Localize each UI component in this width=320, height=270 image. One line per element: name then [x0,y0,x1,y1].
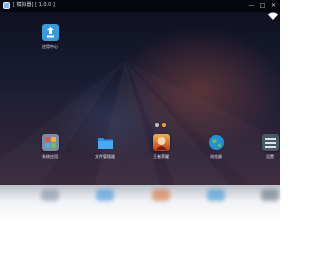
emulator-window: [ 模拟器] [ 1.0.0 ] — □ ✕ 应用中心 系统应用 文件管理器 王… [0,0,280,185]
page-indicator [155,123,166,127]
app-center-label: 应用中心 [42,44,58,49]
dock-item-browser[interactable]: 浏览器 [198,134,234,159]
dock-item-game[interactable]: 王者荣耀 [143,134,179,159]
dock-item-settings[interactable]: 设置 [252,134,280,159]
close-button[interactable]: ✕ [269,1,278,10]
dock-label-system-apps: 系统应用 [42,154,58,159]
window-title: [ 模拟器] [ 1.0.0 ] [13,2,55,8]
dock-label-browser: 浏览器 [210,154,222,159]
wifi-icon [268,12,278,20]
app-center-icon [41,24,59,41]
window-controls: — □ ✕ [247,1,278,10]
page-dot-1[interactable] [155,123,159,127]
reflection-browser [207,189,225,201]
app-logo-icon [3,2,10,9]
dock-label-game: 王者荣耀 [153,154,169,159]
reflection-system-apps [41,189,59,201]
settings-icon [261,134,279,151]
status-bar [268,12,278,20]
dock-item-file-manager[interactable]: 文件管理器 [87,134,123,159]
game-icon [152,134,170,151]
page-dot-2[interactable] [162,123,166,127]
title-bar: [ 模拟器] [ 1.0.0 ] — □ ✕ [0,0,280,12]
app-center-shortcut[interactable]: 应用中心 [32,24,68,49]
maximize-button[interactable]: □ [258,1,267,10]
minimize-button[interactable]: — [247,1,256,10]
dock-item-system-apps[interactable]: 系统应用 [32,134,68,159]
folder-icon [97,134,114,151]
dock-label-file-manager: 文件管理器 [95,154,115,159]
reflection-game [152,189,170,201]
reflection-settings [261,189,279,201]
reflection-file-manager [96,189,114,201]
globe-icon [208,134,225,151]
dock-label-settings: 设置 [266,154,274,159]
system-apps-icon [41,134,59,151]
